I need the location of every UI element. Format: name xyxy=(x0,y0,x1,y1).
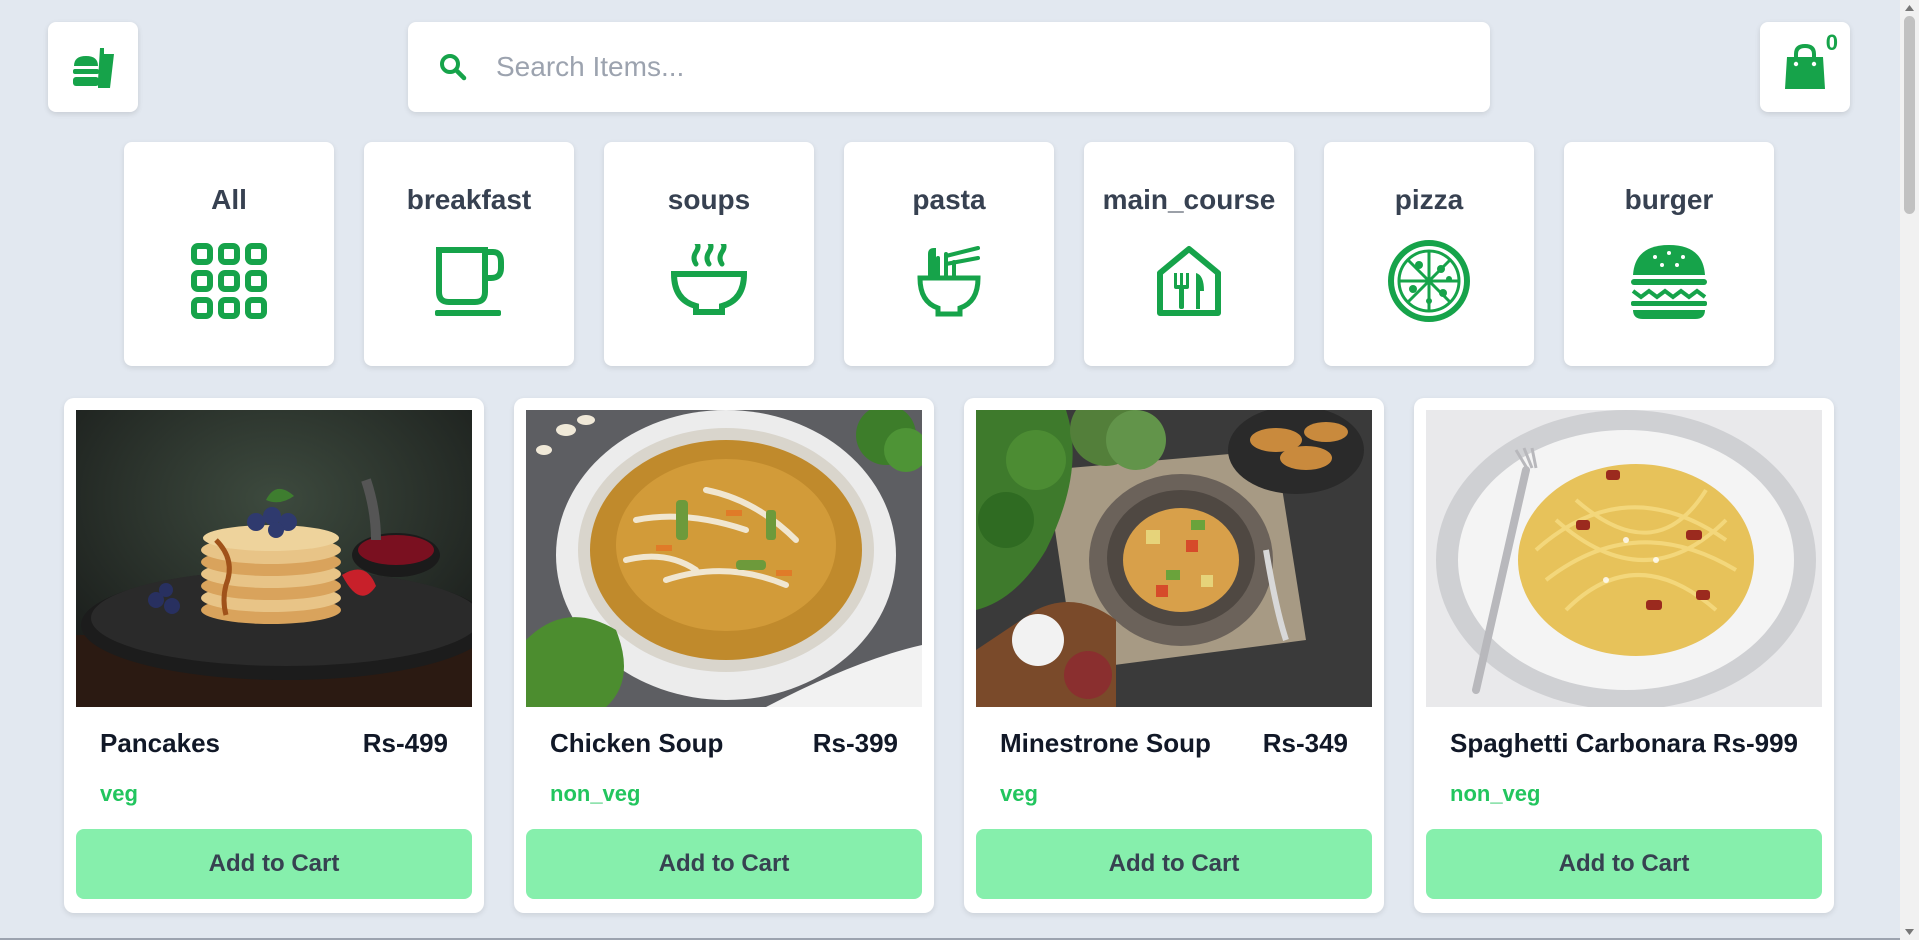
noodles-icon xyxy=(904,238,994,324)
search-icon xyxy=(438,52,468,82)
category-label: burger xyxy=(1624,184,1714,215)
fast-food-icon xyxy=(73,48,114,88)
category-all[interactable]: All xyxy=(124,142,334,366)
pizza-icon xyxy=(1384,238,1474,324)
category-breakfast[interactable]: breakfast xyxy=(364,142,574,366)
product-price: Rs-399 xyxy=(812,728,898,758)
shopping-bag-icon xyxy=(1785,43,1825,89)
add-to-cart-button[interactable]: Add to Cart xyxy=(76,829,472,899)
category-label: pasta xyxy=(912,184,986,215)
scroll-up-arrow-icon[interactable] xyxy=(1900,0,1919,16)
logo-button[interactable] xyxy=(48,22,138,112)
product-card: Pancakes Rs-499 veg Add to Cart xyxy=(64,398,484,913)
product-card: Minestrone Soup Rs-349 veg Add to Cart xyxy=(964,398,1384,913)
pancakes-photo xyxy=(76,410,472,707)
restaurant-icon xyxy=(1144,238,1234,324)
scroll-down-arrow-icon[interactable] xyxy=(1900,924,1919,940)
product-name: Minestrone Soup xyxy=(1000,728,1211,758)
product-name: Spaghetti Carbonara xyxy=(1450,728,1706,758)
product-card: Spaghetti Carbonara Rs-999 non_veg Add t… xyxy=(1414,398,1834,913)
product-type: non_veg xyxy=(550,781,641,806)
category-pizza[interactable]: pizza xyxy=(1324,142,1534,366)
product-type: veg xyxy=(1000,781,1038,806)
spaghetti-photo xyxy=(1426,410,1822,707)
category-label: breakfast xyxy=(406,184,532,215)
cart-button[interactable]: 0 xyxy=(1760,22,1850,112)
category-burger[interactable]: burger xyxy=(1564,142,1774,366)
product-type: veg xyxy=(100,781,138,806)
category-label: All xyxy=(211,184,247,215)
category-soups[interactable]: soups xyxy=(604,142,814,366)
cart-count-badge: 0 xyxy=(1825,30,1838,55)
soup-bowl-icon xyxy=(664,238,754,324)
product-grid: Pancakes Rs-499 veg Add to Cart Chicken … xyxy=(64,398,1834,913)
add-to-cart-button[interactable]: Add to Cart xyxy=(1426,829,1822,899)
category-label: pizza xyxy=(1394,184,1464,215)
add-to-cart-button[interactable]: Add to Cart xyxy=(976,829,1372,899)
add-to-cart-button[interactable]: Add to Cart xyxy=(526,829,922,899)
category-pasta[interactable]: pasta xyxy=(844,142,1054,366)
coffee-cup-icon xyxy=(424,238,514,324)
search-bar xyxy=(408,22,1490,112)
product-price: Rs-499 xyxy=(362,728,448,758)
category-main-course[interactable]: main_course xyxy=(1084,142,1294,366)
minestrone-soup-photo xyxy=(976,410,1372,707)
grid-icon xyxy=(184,238,274,324)
product-price: Rs-349 xyxy=(1262,728,1348,758)
vertical-scrollbar[interactable] xyxy=(1900,0,1919,940)
category-list: All breakfast soups pasta main_course pi… xyxy=(124,142,1774,366)
burger-icon xyxy=(1624,238,1714,324)
category-label: main_course xyxy=(1102,184,1276,215)
product-price: Rs-999 xyxy=(1712,728,1798,758)
category-label: soups xyxy=(667,184,751,215)
scrollbar-thumb[interactable] xyxy=(1904,16,1915,214)
product-card: Chicken Soup Rs-399 non_veg Add to Cart xyxy=(514,398,934,913)
top-bar: 0 xyxy=(0,0,1900,140)
product-type: non_veg xyxy=(1450,781,1541,806)
product-name: Pancakes xyxy=(100,728,220,758)
product-name: Chicken Soup xyxy=(550,728,724,758)
chicken-soup-photo xyxy=(526,410,922,707)
search-input[interactable] xyxy=(496,51,1396,83)
